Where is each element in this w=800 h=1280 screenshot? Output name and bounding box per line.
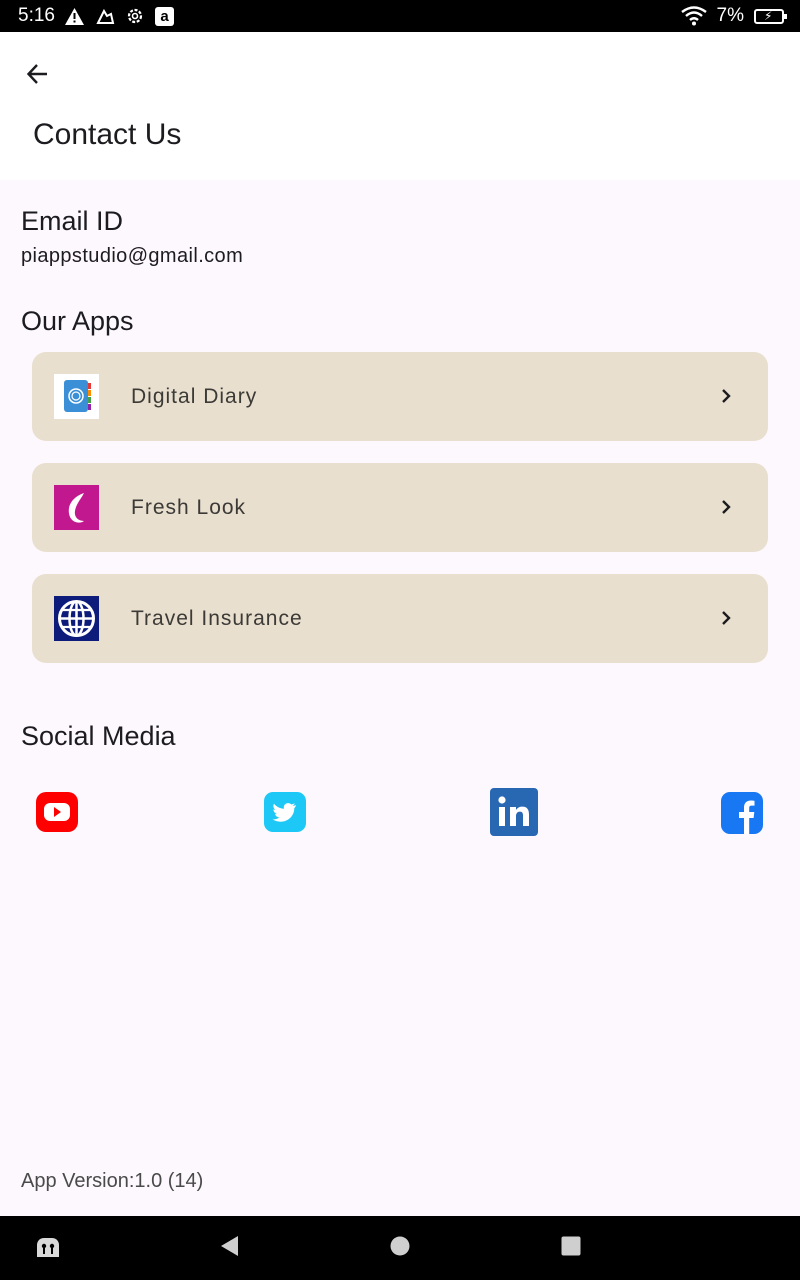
nav-recents-button[interactable]: [555, 1232, 587, 1264]
digital-diary-icon: [54, 374, 99, 419]
amazon-icon: a: [154, 6, 174, 26]
app-card-travel-insurance[interactable]: Travel Insurance: [32, 574, 768, 663]
social-media-heading: Social Media: [21, 721, 176, 751]
back-button[interactable]: [18, 56, 58, 96]
email-value[interactable]: piappstudio@gmail.com: [21, 245, 243, 268]
circle-home-icon: [389, 1235, 411, 1262]
wifi-icon: [680, 6, 707, 26]
youtube-button[interactable]: [33, 790, 81, 838]
accessibility-icon: [33, 1231, 63, 1266]
fresh-look-icon: [54, 485, 99, 530]
twitter-button[interactable]: [261, 790, 309, 838]
travel-insurance-icon: [54, 596, 99, 641]
app-version: App Version:1.0 (14): [21, 1170, 204, 1192]
chevron-right-icon: [714, 384, 738, 408]
battery-percent: 7%: [716, 5, 744, 26]
navigation-bar: [0, 1216, 800, 1280]
vpn-key-icon: [95, 6, 115, 26]
app-card-digital-diary[interactable]: Digital Diary: [32, 352, 768, 441]
status-bar: 5:16 a 7% ⚡: [0, 0, 800, 32]
our-apps-heading: Our Apps: [21, 306, 134, 336]
nav-home-button[interactable]: [384, 1232, 416, 1264]
arrow-back-icon: [25, 61, 51, 92]
status-time: 5:16: [18, 5, 55, 26]
email-heading: Email ID: [21, 206, 124, 236]
social-media-row: [0, 787, 800, 841]
app-name-digital-diary: Digital Diary: [131, 385, 258, 408]
settings-icon: [125, 6, 145, 26]
youtube-icon: [35, 790, 79, 839]
square-recents-icon: [560, 1235, 582, 1262]
nav-back-button[interactable]: [213, 1232, 245, 1264]
linkedin-icon: [490, 787, 538, 841]
page-title: Contact Us: [33, 118, 182, 151]
facebook-icon: [720, 790, 764, 839]
app-card-fresh-look[interactable]: Fresh Look: [32, 463, 768, 552]
accessibility-button[interactable]: [32, 1232, 64, 1264]
linkedin-button[interactable]: [490, 787, 538, 841]
app-name-travel-insurance: Travel Insurance: [131, 607, 303, 630]
facebook-button[interactable]: [718, 790, 766, 838]
warning-icon: [65, 6, 85, 26]
battery-charging-icon: ⚡: [754, 8, 787, 24]
chevron-right-icon: [714, 606, 738, 630]
chevron-right-icon: [714, 495, 738, 519]
app-name-fresh-look: Fresh Look: [131, 496, 247, 519]
triangle-back-icon: [218, 1234, 240, 1263]
app-bar: Contact Us: [0, 32, 800, 180]
twitter-icon: [263, 790, 307, 839]
